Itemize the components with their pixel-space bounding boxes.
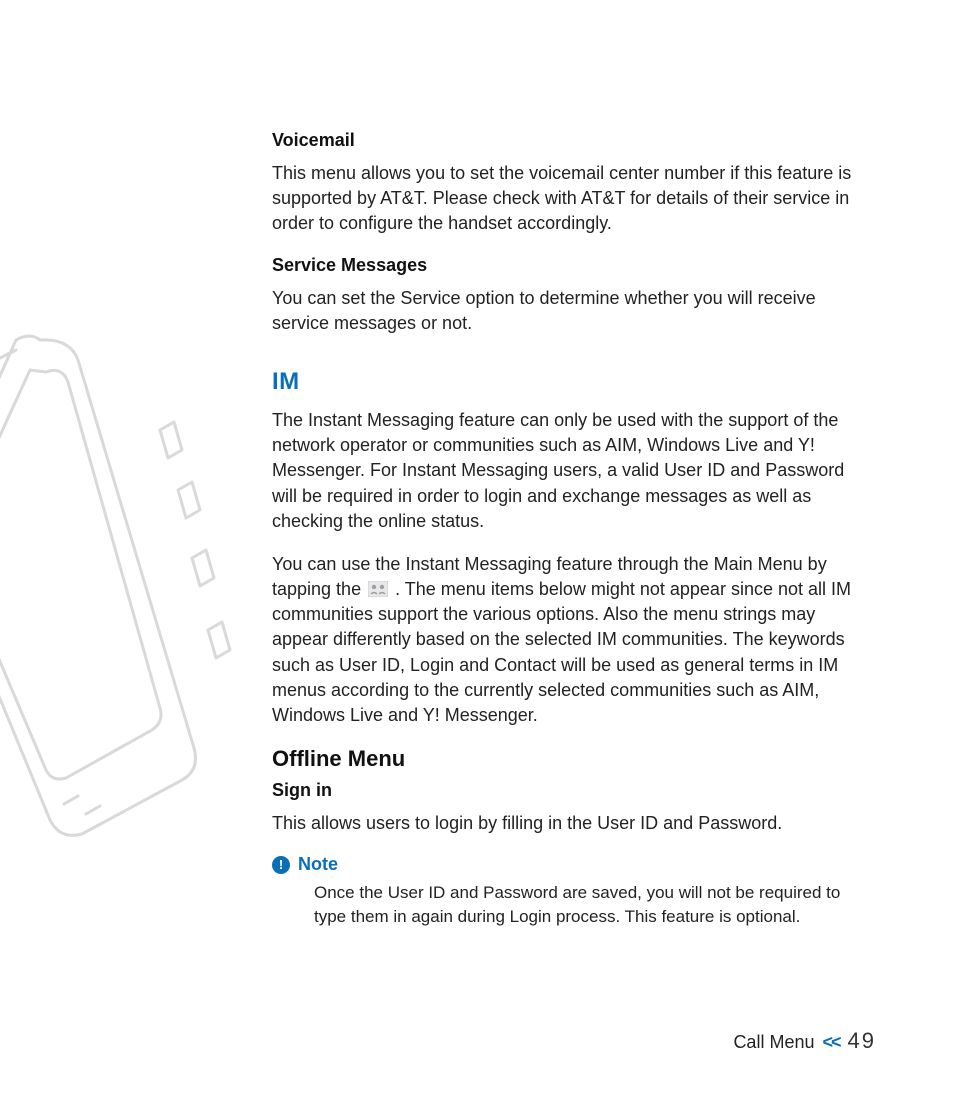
sign-in-body: This allows users to login by filling in…	[272, 811, 862, 836]
im-app-icon	[368, 579, 388, 595]
phone-outline-illustration	[0, 310, 260, 870]
im-heading: IM	[272, 368, 862, 396]
im-paragraph-1: The Instant Messaging feature can only b…	[272, 408, 862, 534]
note-row: ! Note	[272, 854, 862, 875]
im-paragraph-2: You can use the Instant Messaging featur…	[272, 552, 862, 728]
page-content: Voicemail This menu allows you to set th…	[272, 130, 862, 929]
note-body: Once the User ID and Password are saved,…	[314, 881, 854, 929]
note-icon: !	[272, 856, 290, 874]
voicemail-heading: Voicemail	[272, 130, 862, 151]
page-footer: Call Menu << 49	[733, 1028, 876, 1054]
service-messages-body: You can set the Service option to determ…	[272, 286, 862, 336]
voicemail-body: This menu allows you to set the voicemai…	[272, 161, 862, 237]
note-label: Note	[298, 854, 338, 875]
footer-section-name: Call Menu	[733, 1032, 814, 1053]
offline-menu-heading: Offline Menu	[272, 746, 862, 772]
manual-page: Voicemail This menu allows you to set th…	[0, 0, 954, 1114]
footer-page-number: 49	[848, 1028, 876, 1054]
service-messages-heading: Service Messages	[272, 255, 862, 276]
sign-in-heading: Sign in	[272, 780, 862, 801]
im-para2-post: . The menu items below might not appear …	[272, 579, 851, 725]
footer-chevrons-icon: <<	[822, 1032, 839, 1053]
